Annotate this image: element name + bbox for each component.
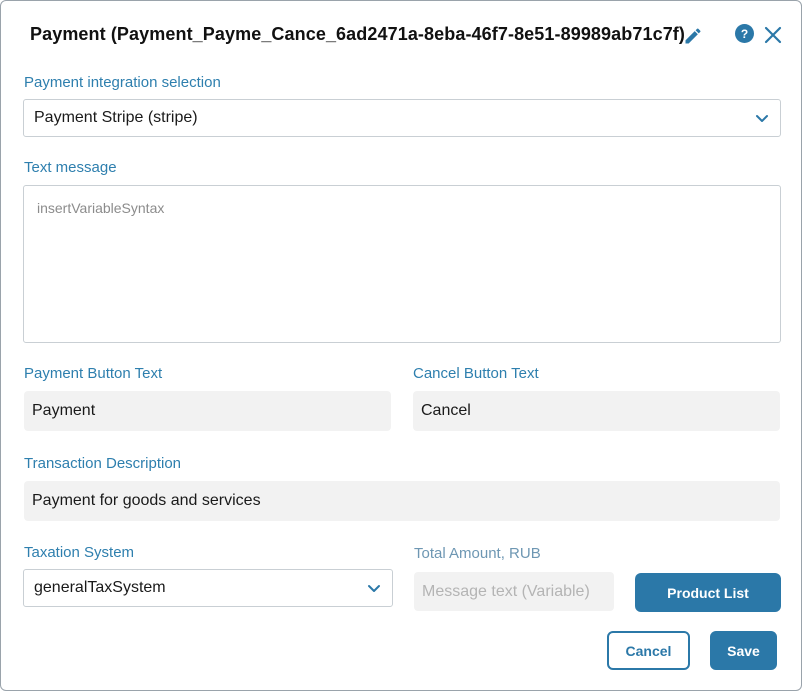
- text-message-label: Text message: [24, 159, 117, 176]
- cancel-button-text-label: Cancel Button Text: [413, 365, 539, 382]
- integration-selected-value: Payment Stripe (stripe): [34, 109, 198, 126]
- payment-dialog: Payment (Payment_Payme_Cance_6ad2471a-8e…: [0, 0, 802, 691]
- cancel-button-label: Cancel: [625, 642, 672, 659]
- product-list-button-label: Product List: [667, 584, 749, 601]
- taxation-system-select[interactable]: generalTaxSystem: [23, 569, 393, 607]
- dialog-title: Payment (Payment_Payme_Cance_6ad2471a-8e…: [30, 24, 685, 44]
- payment-button-text-input[interactable]: Payment: [24, 391, 391, 431]
- payment-button-text-value: Payment: [32, 402, 96, 419]
- transaction-description-input[interactable]: Payment for goods and services: [24, 481, 780, 521]
- cancel-button-text-input[interactable]: Cancel: [413, 391, 780, 431]
- integration-select[interactable]: Payment Stripe (stripe): [23, 99, 781, 137]
- transaction-description-value: Payment for goods and services: [32, 492, 261, 509]
- total-amount-placeholder: Message text (Variable): [422, 582, 590, 600]
- help-icon[interactable]: ?: [735, 24, 754, 43]
- cancel-button[interactable]: Cancel: [607, 631, 690, 670]
- cancel-button-text-value: Cancel: [421, 402, 471, 419]
- chevron-down-icon: [368, 585, 380, 592]
- total-amount-input[interactable]: Message text (Variable): [414, 572, 614, 611]
- integration-label: Payment integration selection: [24, 74, 221, 91]
- payment-button-text-label: Payment Button Text: [24, 365, 163, 382]
- product-list-button[interactable]: Product List: [635, 573, 781, 612]
- taxation-system-label: Taxation System: [24, 544, 135, 561]
- close-icon[interactable]: [763, 25, 783, 45]
- taxation-system-selected-value: generalTaxSystem: [34, 579, 166, 596]
- text-message-placeholder: insertVariableSyntax: [37, 200, 165, 216]
- chevron-down-icon: [756, 115, 768, 122]
- text-message-textarea[interactable]: insertVariableSyntax: [23, 185, 781, 343]
- save-button[interactable]: Save: [710, 631, 777, 670]
- save-button-label: Save: [727, 642, 760, 659]
- total-amount-label: Total Amount, RUB: [414, 545, 541, 562]
- transaction-description-label: Transaction Description: [24, 455, 182, 472]
- pencil-icon[interactable]: [683, 26, 703, 46]
- help-glyph: ?: [740, 26, 749, 41]
